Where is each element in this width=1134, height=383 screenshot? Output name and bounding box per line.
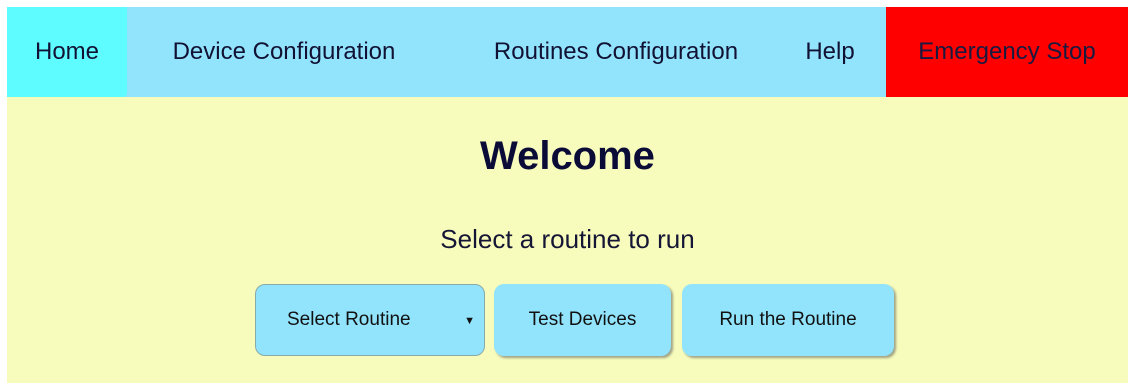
page-subtitle: Select a routine to run: [440, 224, 695, 254]
routine-select[interactable]: Select Routine ▼: [255, 284, 485, 356]
emergency-stop-button[interactable]: Emergency Stop: [886, 7, 1128, 97]
run-routine-label: Run the Routine: [719, 309, 857, 330]
triangle-down-icon: ▼: [464, 315, 475, 327]
routine-select-value: Select Routine: [287, 309, 411, 330]
nav-help[interactable]: Help: [795, 7, 865, 97]
nav-device-configuration[interactable]: Device Configuration: [138, 7, 430, 97]
nav-home[interactable]: Home: [7, 7, 127, 97]
run-routine-button[interactable]: Run the Routine: [682, 284, 894, 356]
app-frame: Home Device Configuration Routines Confi…: [7, 7, 1128, 383]
page-title: Welcome: [480, 134, 655, 178]
nav-routines-configuration[interactable]: Routines Configuration: [444, 7, 788, 97]
top-navbar: Home Device Configuration Routines Confi…: [7, 7, 1128, 97]
test-devices-label: Test Devices: [528, 309, 637, 330]
test-devices-button[interactable]: Test Devices: [494, 284, 671, 356]
